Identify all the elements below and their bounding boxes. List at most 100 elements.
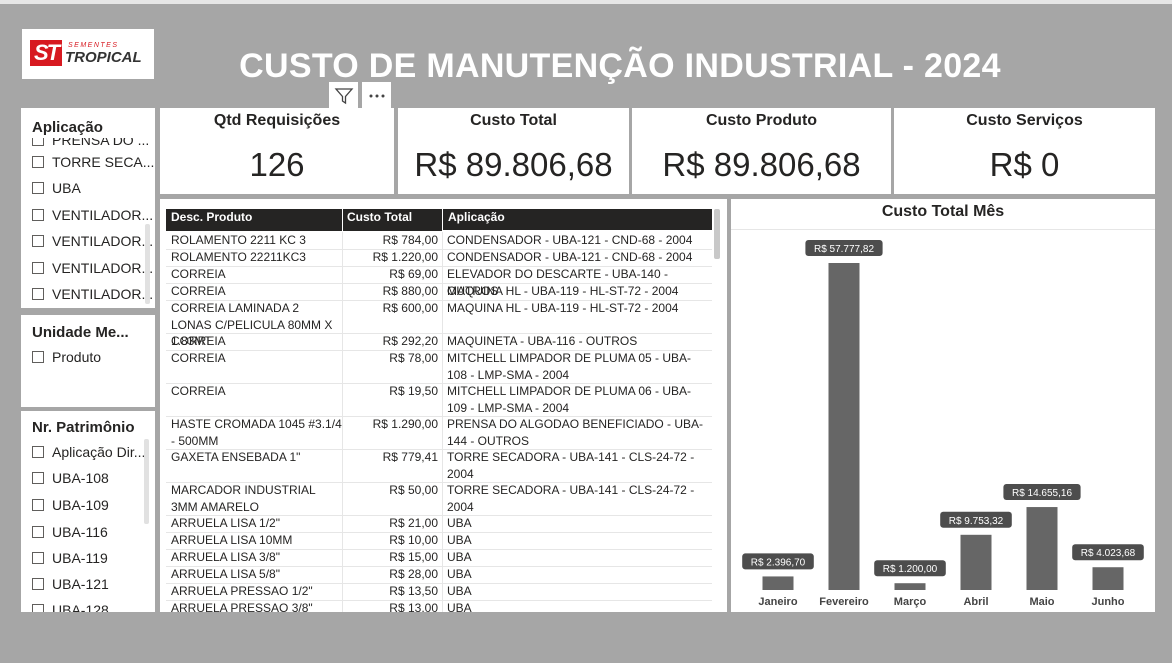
cell-divider (342, 449, 343, 482)
slicer-option[interactable]: VENTILADOR... (32, 260, 153, 276)
checkbox[interactable] (32, 578, 44, 590)
slicer-title: Nr. Patrimônio (32, 419, 135, 436)
slicer-option[interactable]: TORRE SECA... (32, 154, 154, 170)
cell-aplicacao: PRENSA DO ALGODAO BENEFICIADO - UBA-144 … (447, 417, 704, 448)
column-header-custo[interactable]: Custo Total (347, 209, 412, 225)
cell-desc-produto: CORREIA (171, 334, 226, 348)
cell-custo-total: R$ 69,00 (389, 267, 438, 281)
cell-divider (442, 532, 443, 549)
cell-divider (342, 266, 343, 283)
sort-underline (442, 230, 712, 231)
cell-divider (442, 515, 443, 532)
checkbox[interactable] (32, 235, 44, 247)
table-row[interactable]: CORREIA R$ 78,00 MITCHELL LIMPADOR DE PLUM… (166, 350, 712, 384)
cell-desc-produto: ROLAMENTO 22211KC3 (171, 250, 306, 264)
slicer-option[interactable]: VENTILADOR... (32, 286, 153, 302)
checkbox[interactable] (32, 351, 44, 363)
table-row[interactable]: CORREIA R$ 69,00 ELEVADOR DO DESCARTE - UB… (166, 266, 712, 298)
header-divider (442, 209, 443, 231)
kpi-card-custo-produto: Custo Produto R$ 89.806,68 (632, 108, 891, 194)
slicer-option[interactable]: Aplicação Dir... (32, 444, 145, 460)
checkbox[interactable] (32, 526, 44, 538)
table-row[interactable]: CORREIA R$ 880,00 MAQUINA HL - UBA-119 - H… (166, 283, 712, 301)
slicer-scrollbar[interactable] (145, 224, 150, 304)
cell-divider (442, 283, 443, 300)
data-label: R$ 1.200,00 (883, 564, 938, 575)
table-row[interactable]: CORREIA LAMINADA 2 LONAS C/PELICULA 80MM… (166, 300, 712, 348)
table-row[interactable]: GAXETA ENSEBADA 1" R$ 779,41 TORRE SECADOR… (166, 449, 712, 483)
slicer-scrollbar[interactable] (144, 439, 149, 524)
cell-aplicacao: UBA (447, 533, 472, 547)
checkbox[interactable] (32, 182, 44, 194)
table-row[interactable]: MARCADOR INDUSTRIAL 3MM AMARELO R$ 50,00 T… (166, 482, 712, 516)
x-tick-label: Fevereiro (819, 596, 869, 608)
checkbox[interactable] (32, 472, 44, 484)
table-row[interactable]: CORREIA R$ 292,20 MAQUINETA - UBA-116 - OU… (166, 333, 712, 351)
slicer-option[interactable]: Produto (32, 349, 101, 365)
column-header-aplicacao[interactable]: Aplicação (448, 209, 505, 225)
table-row[interactable]: ROLAMENTO 22211KC3 R$ 1.220,00 CONDENSADOR… (166, 249, 712, 267)
cell-custo-total: R$ 13,00 (389, 601, 438, 612)
checkbox[interactable] (32, 156, 44, 168)
cell-divider (342, 232, 343, 249)
cell-custo-total: R$ 784,00 (382, 233, 438, 247)
kpi-label: Custo Produto (705, 112, 818, 129)
bar-maio[interactable] (1026, 507, 1058, 590)
checkbox[interactable] (32, 262, 44, 274)
checkbox[interactable] (32, 552, 44, 564)
cell-desc-produto: CORREIA (171, 351, 226, 365)
table-row[interactable]: ARRUELA LISA 3/8" R$ 15,00 UBA (166, 549, 712, 567)
cell-divider (342, 283, 343, 300)
table-row[interactable]: HASTE CROMADA 1045 #3.1/4 - 500MM R$ 1.29… (166, 416, 712, 450)
x-tick-label: Janeiro (758, 596, 797, 608)
bar-fevereiro[interactable] (828, 263, 860, 590)
table-row[interactable]: ARRUELA LISA 10MM R$ 10,00 UBA (166, 532, 712, 550)
slicer-option[interactable]: UBA-128 (32, 602, 109, 612)
checkbox[interactable] (32, 288, 44, 300)
slicer-option[interactable]: UBA-116 (32, 524, 108, 540)
slicer-option[interactable]: UBA-108 (32, 470, 109, 486)
cell-desc-produto: MARCADOR INDUSTRIAL 3MM AMARELO (171, 483, 316, 514)
table-row[interactable]: ARRUELA PRESSAO 3/8" R$ 13,00 UBA (166, 600, 712, 612)
bar-janeiro[interactable] (762, 576, 794, 590)
header-divider (342, 209, 343, 231)
table-row[interactable]: ROLAMENTO 2211 KC 3 R$ 784,00 CONDENSADOR … (166, 232, 712, 250)
slicer-aplicacao: Aplicação PRENSA DO ... Aplicação TORRE … (21, 108, 155, 308)
table-scrollbar[interactable] (714, 209, 720, 259)
data-label: R$ 14.655,16 (1012, 488, 1072, 499)
checkbox[interactable] (32, 446, 44, 458)
table-row[interactable]: ARRUELA PRESSAO 1/2" R$ 13,50 UBA (166, 583, 712, 601)
table-row[interactable]: CORREIA R$ 19,50 MITCHELL LIMPADOR DE PLUM… (166, 383, 712, 417)
cell-divider (442, 350, 443, 383)
cell-divider (442, 566, 443, 583)
bar-abril[interactable] (960, 534, 992, 590)
slicer-option[interactable]: UBA-109 (32, 497, 109, 513)
cell-divider (342, 583, 343, 600)
more-options-icon[interactable] (362, 82, 391, 109)
column-header-desc[interactable]: Desc. Produto (171, 209, 252, 225)
cell-custo-total: R$ 880,00 (382, 284, 438, 298)
slicer-option[interactable]: UBA (32, 180, 81, 196)
x-tick-label: Junho (1092, 596, 1125, 608)
filter-icon[interactable] (329, 82, 358, 109)
checkbox[interactable] (32, 209, 44, 221)
cell-aplicacao: MAQUINETA - UBA-116 - OUTROS (447, 334, 638, 348)
cell-divider (442, 333, 443, 350)
bar-junho[interactable] (1092, 567, 1124, 590)
cell-custo-total: R$ 50,00 (389, 483, 438, 497)
slicer-option[interactable]: VENTILADOR... (32, 233, 153, 249)
slicer-option[interactable]: UBA-119 (32, 550, 108, 566)
cell-custo-total: R$ 28,00 (389, 567, 438, 581)
logo-big-text: TROPICAL (65, 49, 142, 66)
checkbox[interactable] (32, 499, 44, 511)
checkbox[interactable] (32, 604, 44, 612)
x-tick-label: Abril (963, 596, 988, 608)
slicer-option[interactable]: VENTILADOR... (32, 207, 153, 223)
table-row[interactable]: ARRUELA LISA 1/2" R$ 21,00 UBA (166, 515, 712, 533)
table-row[interactable]: ARRUELA LISA 5/8" R$ 28,00 UBA (166, 566, 712, 584)
kpi-card-custo-total: Custo Total R$ 89.806,68 (398, 108, 629, 194)
cell-divider (342, 249, 343, 266)
slicer-option[interactable]: UBA-121 (32, 576, 109, 592)
cell-desc-produto: HASTE CROMADA 1045 #3.1/4 - 500MM (171, 417, 342, 448)
bar-março[interactable] (894, 583, 926, 590)
